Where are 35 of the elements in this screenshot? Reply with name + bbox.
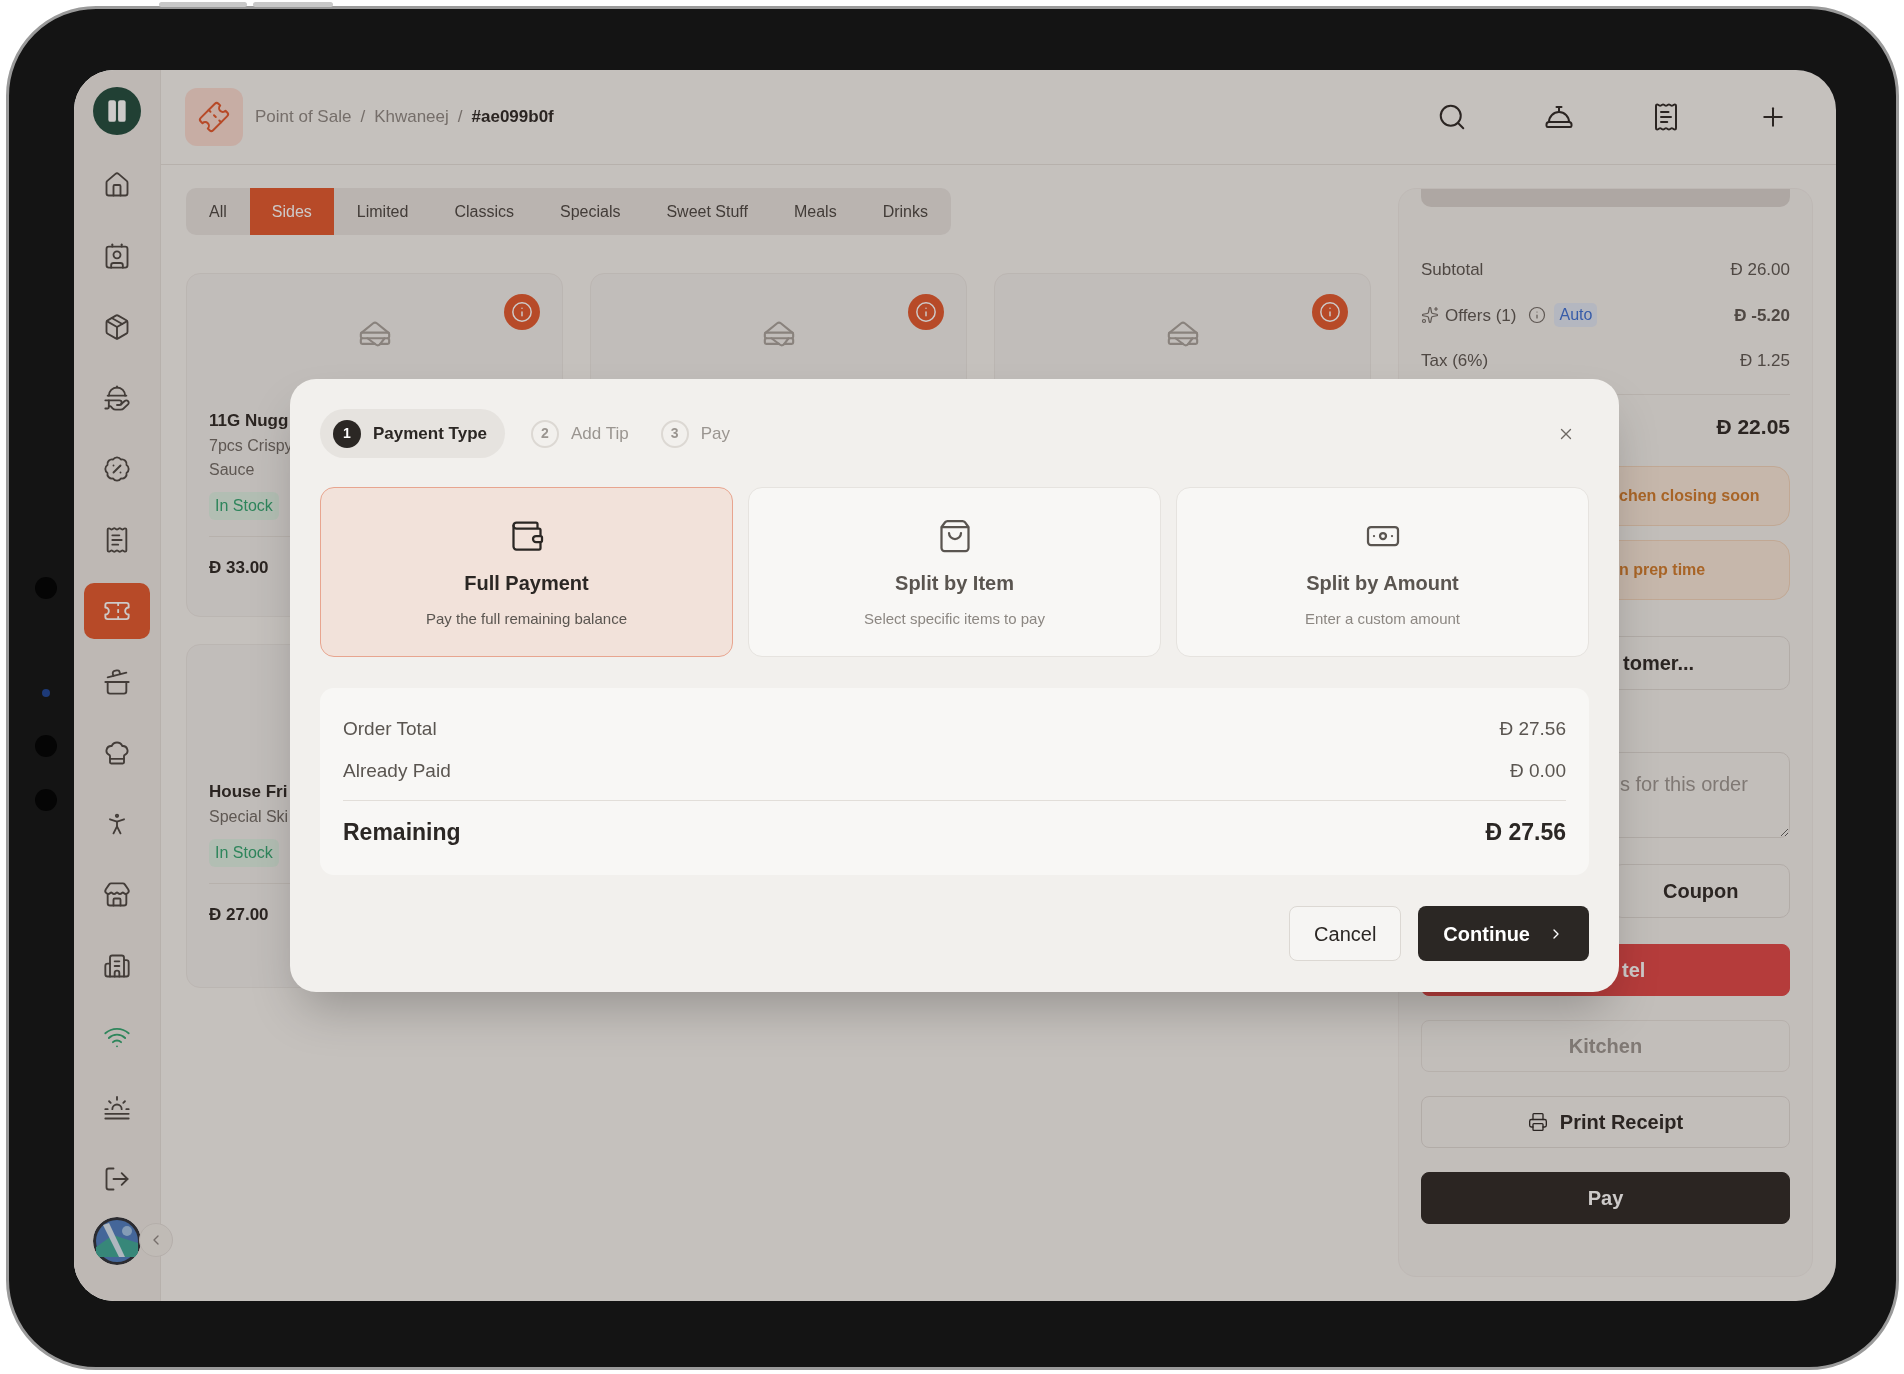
breadcrumb-current: #ae099b0f [471,106,554,129]
summary-label: Already Paid [343,758,451,783]
summary-label: Subtotal [1421,259,1484,281]
option-description: Select specific items to pay [864,609,1045,629]
step-label: Pay [700,422,730,445]
summary-value: Ð 27.56 [1499,716,1566,741]
product-description: 7pcs Crispy [209,435,293,456]
product-description: Sauce [209,459,255,480]
summary-value: Ð 26.00 [1730,259,1790,281]
product-name: House Fri [209,781,288,803]
summary-label: Offers (1) [1445,304,1517,327]
option-title: Split by Item [895,571,1014,596]
stock-badge: In Stock [209,491,279,520]
product-price: Ð 33.00 [209,557,269,577]
step-number: 3 [660,419,689,448]
summary-label: Tax (6%) [1421,350,1489,372]
remaining-label: Remaining [343,818,461,847]
step-number: 1 [333,419,361,448]
step-label: Payment Type [373,422,487,445]
step-label: Add Tip [571,422,629,445]
product-name: 11G Nugg [209,410,289,432]
breadcrumb-separator: / [457,106,463,129]
product-price: Ð 27.00 [209,904,269,924]
summary-value: Ð -5.20 [1734,304,1790,327]
summary-value: Ð 0.00 [1510,758,1566,783]
stock-badge: In Stock [209,838,279,867]
auto-badge: Auto [1554,303,1598,328]
remaining-value: Ð 27.56 [1485,818,1566,847]
option-description: Enter a custom amount [1304,609,1461,629]
summary-value: Ð 1.25 [1739,350,1790,372]
product-description: Special Ski [209,806,289,827]
order-total-value: Ð 22.05 [1716,413,1790,440]
summary-label: Order Total [343,716,437,741]
breadcrumb-separator: / [360,106,366,129]
step-number: 2 [531,419,559,448]
